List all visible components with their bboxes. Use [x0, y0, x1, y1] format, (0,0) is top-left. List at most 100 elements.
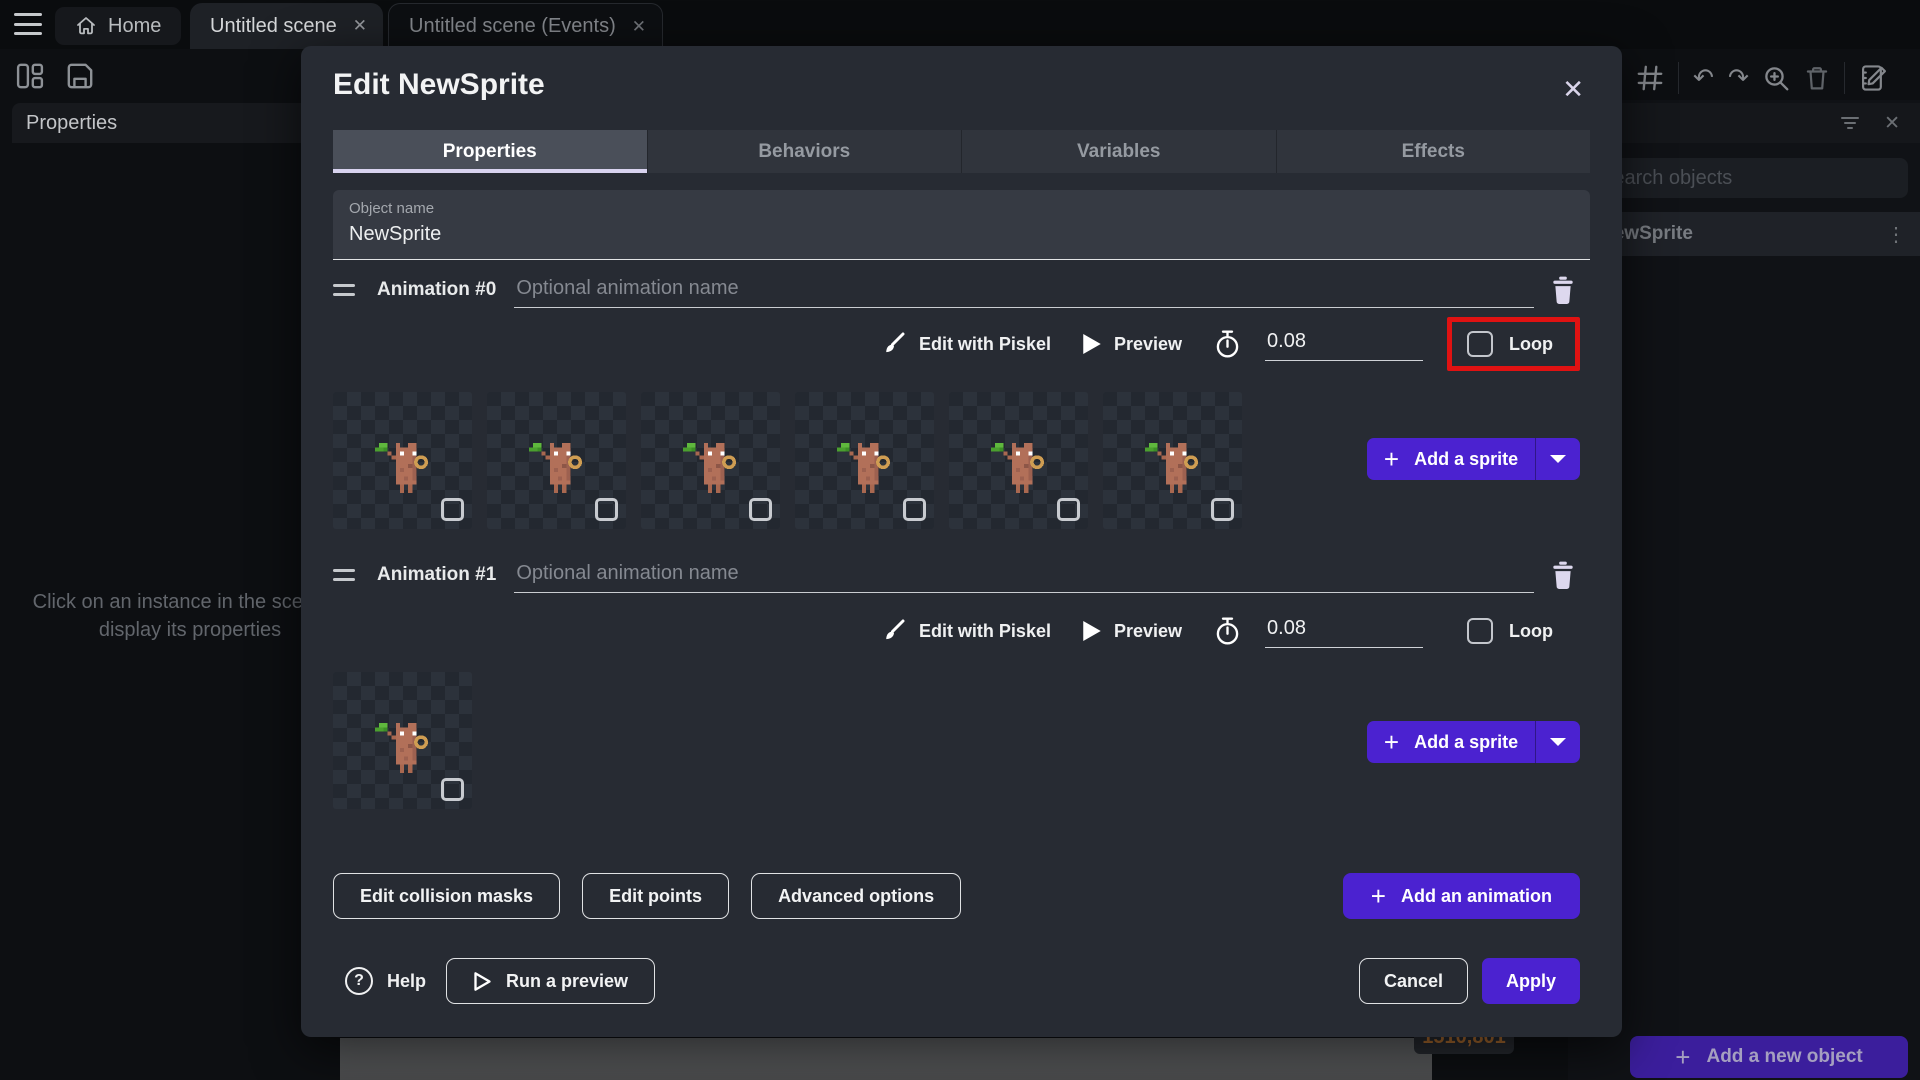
pig-sprite-image	[683, 443, 736, 493]
delete-animation-icon[interactable]	[1550, 276, 1576, 304]
brush-icon	[886, 332, 905, 353]
scene-canvas-edge[interactable]	[340, 1038, 1432, 1080]
frame-select-checkbox[interactable]	[1211, 498, 1234, 521]
add-sprite-button[interactable]: + Add a sprite	[1367, 438, 1580, 480]
tab-variables[interactable]: Variables	[962, 130, 1277, 173]
add-sprite-dropdown[interactable]	[1536, 438, 1580, 480]
loop-option: Loop	[1447, 317, 1580, 371]
pig-sprite-image	[1145, 443, 1198, 493]
animation-label: Animation #1	[377, 564, 497, 585]
frame-select-checkbox[interactable]	[595, 498, 618, 521]
drag-handle-icon[interactable]	[333, 284, 355, 296]
loop-checkbox[interactable]	[1467, 618, 1494, 644]
close-panel-icon[interactable]: ✕	[1884, 112, 1900, 135]
frame-select-checkbox[interactable]	[903, 498, 926, 521]
sprite-frame-thumbnail[interactable]	[641, 392, 780, 529]
home-icon	[77, 17, 95, 35]
redo-icon[interactable]: ↷	[1728, 65, 1749, 91]
tab-behaviors[interactable]: Behaviors	[648, 130, 962, 173]
edit-with-piskel-button[interactable]: Edit with Piskel	[882, 332, 1051, 356]
animation-1-toolbar: Edit with Piskel Preview Loop	[621, 601, 1580, 661]
edit-object-dialog: Edit NewSprite ✕ Properties Behaviors Va…	[301, 46, 1622, 1037]
hamburger-menu-icon[interactable]	[14, 13, 42, 35]
plus-icon: +	[1370, 880, 1386, 911]
sprite-frame-thumbnail[interactable]	[949, 392, 1088, 529]
delete-animation-icon[interactable]	[1550, 561, 1576, 589]
tab-home-label: Home	[108, 14, 162, 37]
sprite-frame-thumbnail[interactable]	[487, 392, 626, 529]
animation-1-frames	[333, 672, 472, 809]
plus-icon: +	[1383, 726, 1400, 757]
animation-name-input[interactable]	[514, 272, 1534, 308]
objects-search-box[interactable]	[1584, 158, 1908, 198]
cancel-button[interactable]: Cancel	[1358, 958, 1468, 1004]
tab-home[interactable]: Home	[55, 7, 182, 45]
sprite-frame-thumbnail[interactable]	[1103, 392, 1242, 529]
object-name-field[interactable]: Object name NewSprite	[333, 190, 1590, 260]
frame-select-checkbox[interactable]	[1057, 498, 1080, 521]
edit-with-piskel-button[interactable]: Edit with Piskel	[882, 619, 1051, 643]
frame-select-checkbox[interactable]	[441, 778, 464, 801]
delete-icon[interactable]	[1804, 65, 1830, 91]
undo-icon[interactable]: ↶	[1693, 65, 1714, 91]
help-button[interactable]: ? Help	[345, 967, 426, 995]
run-preview-button[interactable]: Run a preview	[446, 958, 656, 1004]
edit-collision-masks-button[interactable]: Edit collision masks	[333, 873, 561, 919]
help-label: Help	[387, 970, 427, 991]
drag-handle-icon[interactable]	[333, 569, 355, 581]
preview-button[interactable]: Preview	[1083, 621, 1182, 642]
object-name-field-label: Object name	[349, 200, 435, 217]
help-icon: ?	[345, 967, 373, 995]
dialog-title: Edit NewSprite	[333, 68, 545, 101]
sprite-frame-thumbnail[interactable]	[333, 392, 472, 529]
apply-button[interactable]: Apply	[1481, 958, 1580, 1004]
loop-label: Loop	[1509, 620, 1553, 641]
add-new-object-button[interactable]: + Add a new object	[1630, 1036, 1908, 1078]
loop-checkbox[interactable]	[1467, 331, 1494, 357]
filter-icon[interactable]	[1838, 111, 1862, 135]
play-icon	[1083, 621, 1101, 641]
chevron-down-icon	[1550, 738, 1566, 746]
scene-toolbar-right: ↶ ↷	[1596, 62, 1889, 94]
time-between-frames-input[interactable]	[1265, 614, 1424, 648]
panels-layout-icon[interactable]	[16, 62, 44, 90]
add-animation-label: Add an animation	[1400, 885, 1552, 906]
close-tab-icon[interactable]: ✕	[632, 17, 646, 37]
preview-button[interactable]: Preview	[1083, 334, 1182, 355]
edit-events-icon[interactable]	[1859, 63, 1889, 93]
toolbar-divider	[1843, 62, 1845, 94]
tab-events-label: Untitled scene (Events)	[409, 15, 616, 37]
sprite-frame-thumbnail[interactable]	[333, 672, 472, 809]
add-sprite-label: Add a sprite	[1414, 731, 1519, 752]
plus-icon: +	[1675, 1041, 1691, 1072]
animation-name-input[interactable]	[514, 557, 1534, 593]
dialog-close-icon[interactable]: ✕	[1562, 74, 1584, 105]
advanced-options-button[interactable]: Advanced options	[751, 873, 962, 919]
edit-points-button[interactable]: Edit points	[582, 873, 730, 919]
add-sprite-button[interactable]: + Add a sprite	[1367, 721, 1580, 763]
tab-untitled-scene[interactable]: Untitled scene ✕	[190, 3, 383, 49]
sprite-frame-thumbnail[interactable]	[795, 392, 934, 529]
grid-icon[interactable]	[1636, 64, 1664, 92]
object-menu-icon[interactable]: ⋮	[1886, 222, 1906, 247]
frame-select-checkbox[interactable]	[441, 498, 464, 521]
properties-panel-header: Properties	[12, 103, 320, 143]
animation-1-header: Animation #1	[333, 557, 1576, 593]
save-icon[interactable]	[66, 62, 94, 90]
frame-select-checkbox[interactable]	[749, 498, 772, 521]
object-name-field-value: NewSprite	[349, 223, 442, 245]
add-animation-button[interactable]: + Add an animation	[1342, 873, 1580, 919]
close-tab-icon[interactable]: ✕	[353, 16, 367, 36]
zoom-in-icon[interactable]	[1763, 65, 1790, 92]
animation-label: Animation #0	[377, 279, 497, 300]
add-sprite-dropdown[interactable]	[1536, 721, 1580, 763]
properties-panel-title: Properties	[26, 111, 118, 134]
pig-sprite-image	[991, 443, 1044, 493]
tab-properties[interactable]: Properties	[333, 130, 648, 173]
plus-icon: +	[1383, 443, 1400, 474]
objects-search-input[interactable]	[1584, 158, 1908, 198]
tab-effects[interactable]: Effects	[1277, 130, 1591, 173]
tab-untitled-scene-events[interactable]: Untitled scene (Events) ✕	[388, 3, 664, 49]
time-between-frames-input[interactable]	[1265, 327, 1424, 361]
pig-sprite-image	[375, 443, 428, 493]
